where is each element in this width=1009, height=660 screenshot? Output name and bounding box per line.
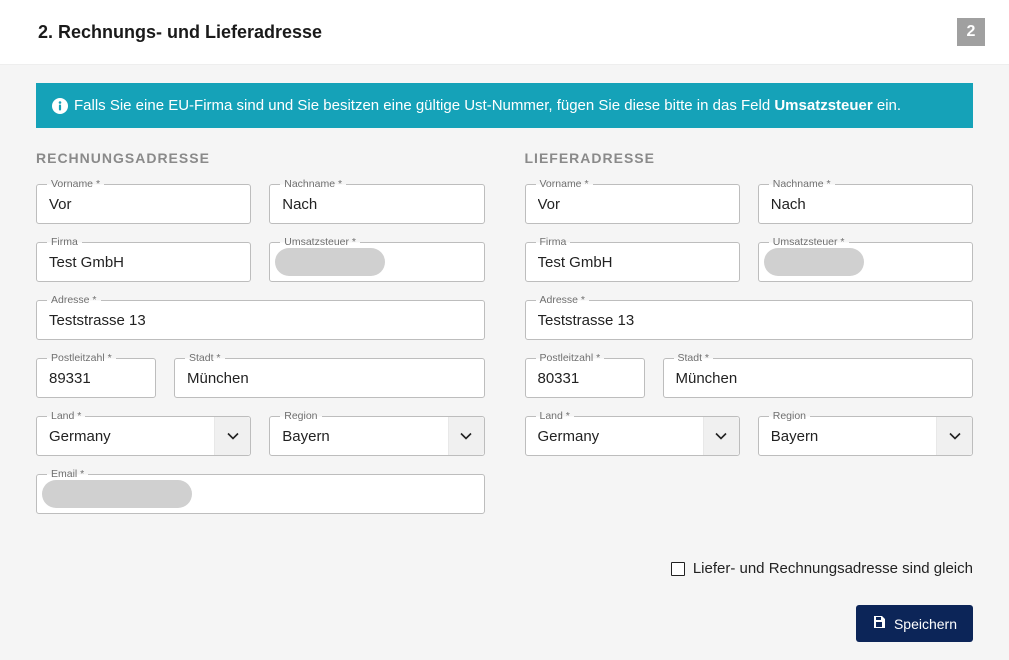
field-label: Postleitzahl * bbox=[47, 352, 116, 365]
shipping-postcode-field[interactable]: Postleitzahl * bbox=[525, 358, 645, 398]
field-label: Land * bbox=[47, 410, 85, 423]
billing-firstname-input[interactable] bbox=[37, 185, 250, 223]
chevron-down-icon[interactable] bbox=[214, 417, 250, 455]
field-label: Firma bbox=[536, 236, 571, 249]
shipping-region-value: Bayern bbox=[759, 417, 936, 455]
billing-postcode-input[interactable] bbox=[37, 359, 155, 397]
step-number: 2 bbox=[957, 18, 985, 46]
banner-text: Falls Sie eine EU-Firma sind und Sie bes… bbox=[74, 97, 901, 114]
field-label: Email * bbox=[47, 468, 88, 481]
save-icon bbox=[872, 615, 886, 632]
redacted-block bbox=[42, 480, 192, 508]
same-address-checkbox[interactable] bbox=[671, 562, 685, 576]
billing-heading: RECHNUNGSADRESSE bbox=[36, 150, 485, 166]
billing-city-input[interactable] bbox=[175, 359, 484, 397]
info-icon bbox=[52, 98, 68, 114]
billing-column: RECHNUNGSADRESSE Vorname * Nachname * Fi… bbox=[36, 150, 485, 532]
billing-country-select[interactable]: Land * Germany bbox=[36, 416, 251, 456]
billing-company-field[interactable]: Firma bbox=[36, 242, 251, 282]
save-label: Speichern bbox=[894, 616, 957, 632]
billing-company-input[interactable] bbox=[37, 243, 250, 281]
chevron-down-icon[interactable] bbox=[703, 417, 739, 455]
field-label: Region bbox=[769, 410, 810, 423]
field-label: Umsatzsteuer * bbox=[280, 236, 360, 249]
shipping-country-select[interactable]: Land * Germany bbox=[525, 416, 740, 456]
shipping-company-field[interactable]: Firma bbox=[525, 242, 740, 282]
billing-vat-field[interactable]: Umsatzsteuer * bbox=[269, 242, 484, 282]
redacted-block bbox=[764, 248, 864, 276]
field-label: Nachname * bbox=[769, 178, 835, 191]
billing-address-field[interactable]: Adresse * bbox=[36, 300, 485, 340]
shipping-company-input[interactable] bbox=[526, 243, 739, 281]
billing-email-field[interactable]: Email * bbox=[36, 474, 485, 514]
billing-postcode-field[interactable]: Postleitzahl * bbox=[36, 358, 156, 398]
shipping-lastname-field[interactable]: Nachname * bbox=[758, 184, 973, 224]
field-label: Firma bbox=[47, 236, 82, 249]
save-button[interactable]: Speichern bbox=[856, 605, 973, 642]
chevron-down-icon[interactable] bbox=[448, 417, 484, 455]
shipping-firstname-field[interactable]: Vorname * bbox=[525, 184, 740, 224]
panel-header: 2. Rechnungs- und Lieferadresse 2 bbox=[0, 0, 1009, 65]
field-label: Adresse * bbox=[47, 294, 101, 307]
field-label: Stadt * bbox=[674, 352, 714, 365]
shipping-firstname-input[interactable] bbox=[526, 185, 739, 223]
info-banner: Falls Sie eine EU-Firma sind und Sie bes… bbox=[36, 83, 973, 128]
billing-region-value: Bayern bbox=[270, 417, 447, 455]
billing-region-select[interactable]: Region Bayern bbox=[269, 416, 484, 456]
shipping-region-select[interactable]: Region Bayern bbox=[758, 416, 973, 456]
field-label: Vorname * bbox=[536, 178, 593, 191]
field-label: Adresse * bbox=[536, 294, 590, 307]
field-label: Postleitzahl * bbox=[536, 352, 605, 365]
field-label: Vorname * bbox=[47, 178, 104, 191]
field-label: Nachname * bbox=[280, 178, 346, 191]
field-label: Land * bbox=[536, 410, 574, 423]
shipping-country-value: Germany bbox=[526, 417, 703, 455]
billing-lastname-input[interactable] bbox=[270, 185, 483, 223]
shipping-vat-field[interactable]: Umsatzsteuer * bbox=[758, 242, 973, 282]
billing-city-field[interactable]: Stadt * bbox=[174, 358, 485, 398]
panel-title: 2. Rechnungs- und Lieferadresse bbox=[38, 22, 322, 43]
field-label: Stadt * bbox=[185, 352, 225, 365]
shipping-address-field[interactable]: Adresse * bbox=[525, 300, 974, 340]
billing-lastname-field[interactable]: Nachname * bbox=[269, 184, 484, 224]
chevron-down-icon[interactable] bbox=[936, 417, 972, 455]
billing-country-value: Germany bbox=[37, 417, 214, 455]
field-label: Umsatzsteuer * bbox=[769, 236, 849, 249]
shipping-postcode-input[interactable] bbox=[526, 359, 644, 397]
shipping-lastname-input[interactable] bbox=[759, 185, 972, 223]
redacted-block bbox=[275, 248, 385, 276]
field-label: Region bbox=[280, 410, 321, 423]
shipping-heading: LIEFERADRESSE bbox=[525, 150, 974, 166]
same-address-row[interactable]: Liefer- und Rechnungsadresse sind gleich bbox=[36, 560, 973, 577]
billing-firstname-field[interactable]: Vorname * bbox=[36, 184, 251, 224]
shipping-column: LIEFERADRESSE Vorname * Nachname * Firma bbox=[525, 150, 974, 532]
shipping-address-input[interactable] bbox=[526, 301, 973, 339]
same-address-label: Liefer- und Rechnungsadresse sind gleich bbox=[693, 560, 973, 577]
billing-address-input[interactable] bbox=[37, 301, 484, 339]
shipping-city-field[interactable]: Stadt * bbox=[663, 358, 974, 398]
shipping-city-input[interactable] bbox=[664, 359, 973, 397]
